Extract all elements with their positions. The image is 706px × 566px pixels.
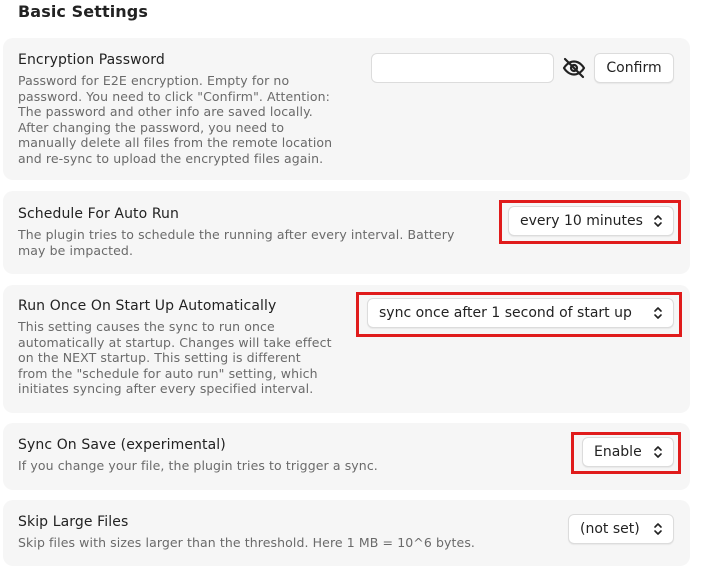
description-line: The password and other info are saved lo… — [18, 104, 313, 119]
description-line: on the NEXT startup. This setting is dif… — [18, 350, 301, 365]
description-line: password. You need to click "Confirm". A… — [18, 88, 330, 104]
description-line: manually delete all files from the remot… — [18, 135, 333, 150]
setting-sync-on-save: Sync On Save (experimental) If you chang… — [3, 423, 690, 490]
description-line: This setting causes the sync to run once — [18, 319, 275, 334]
schedule-select[interactable]: every 10 minutes — [508, 206, 674, 236]
setting-info: Sync On Save (experimental) If you chang… — [18, 436, 493, 474]
description-line: After changing the password, you need to — [18, 119, 285, 135]
setting-description: Skip files with sizes larger than the th… — [18, 535, 558, 551]
confirm-button[interactable]: Confirm — [594, 53, 674, 83]
setting-description: The plugin tries to schedule the running… — [18, 227, 493, 258]
description-line: If you change your file, the plugin trie… — [18, 458, 378, 473]
select-value: sync once after 1 second of start up — [379, 305, 632, 321]
setting-skip-large-files: Skip Large Files Skip files with sizes l… — [3, 500, 690, 566]
settings-page: Basic Settings Encryption Password Passw… — [0, 0, 706, 566]
setting-name: Run Once On Start Up Automatically — [18, 298, 277, 314]
chevron-up-down-icon — [654, 307, 662, 319]
setting-name: Sync On Save (experimental) — [18, 437, 226, 453]
select-value: every 10 minutes — [520, 213, 643, 229]
setting-description: This setting causes the sync to run once… — [18, 319, 363, 397]
chevron-up-down-icon — [654, 215, 662, 227]
setting-name: Encryption Password — [18, 52, 165, 68]
encryption-password-input[interactable] — [371, 53, 554, 83]
description-line: may be impacted. — [18, 242, 134, 258]
description-line: initiates syncing after every specified … — [18, 381, 314, 396]
setting-info: Schedule For Auto Run The plugin tries t… — [18, 205, 493, 258]
toggle-password-visibility-button[interactable] — [559, 53, 589, 83]
select-value: Enable — [594, 444, 642, 460]
setting-schedule-auto-run: Schedule For Auto Run The plugin tries t… — [3, 191, 690, 274]
description-line: and re-sync to upload the encrypted file… — [18, 150, 324, 166]
setting-name: Schedule For Auto Run — [18, 206, 180, 222]
sync-on-save-select[interactable]: Enable — [582, 437, 674, 467]
section-title: Basic Settings — [18, 2, 148, 21]
setting-run-on-startup: Run Once On Start Up Automatically This … — [3, 285, 690, 413]
chevron-up-down-icon — [654, 446, 662, 458]
description-line: Skip files with sizes larger than the th… — [18, 535, 476, 550]
setting-description: If you change your file, the plugin trie… — [18, 458, 493, 474]
setting-info: Skip Large Files Skip files with sizes l… — [18, 513, 558, 551]
skip-large-files-select[interactable]: (not set) — [568, 514, 674, 544]
setting-name: Skip Large Files — [18, 514, 129, 530]
description-line: from the "schedule for auto run" setting… — [18, 365, 318, 381]
description-line: automatically at startup. Changes will t… — [18, 334, 332, 350]
setting-encryption-password: Encryption Password Password for E2E enc… — [3, 38, 690, 180]
chevron-up-down-icon — [654, 523, 662, 535]
setting-description: Password for E2E encryption. Empty for n… — [18, 73, 363, 166]
eye-off-icon — [562, 57, 586, 79]
description-line: The plugin tries to schedule the running… — [18, 227, 455, 242]
setting-info: Encryption Password Password for E2E enc… — [18, 51, 363, 166]
startup-select[interactable]: sync once after 1 second of start up — [367, 298, 674, 328]
description-line: Password for E2E encryption. Empty for n… — [18, 73, 290, 88]
setting-info: Run Once On Start Up Automatically This … — [18, 297, 363, 397]
select-value: (not set) — [580, 521, 640, 537]
